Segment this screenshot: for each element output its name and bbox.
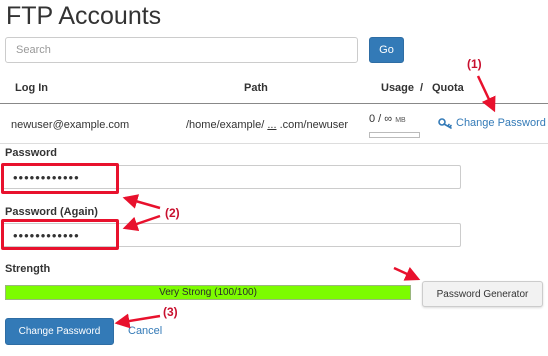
arrow-step-1 <box>476 75 496 113</box>
annotation-arrows <box>114 75 496 329</box>
arrow-step-3 <box>114 313 161 329</box>
arrow-step-2-upper <box>122 194 161 210</box>
arrow-generator <box>393 266 421 281</box>
arrow-step-2-lower <box>122 214 161 232</box>
